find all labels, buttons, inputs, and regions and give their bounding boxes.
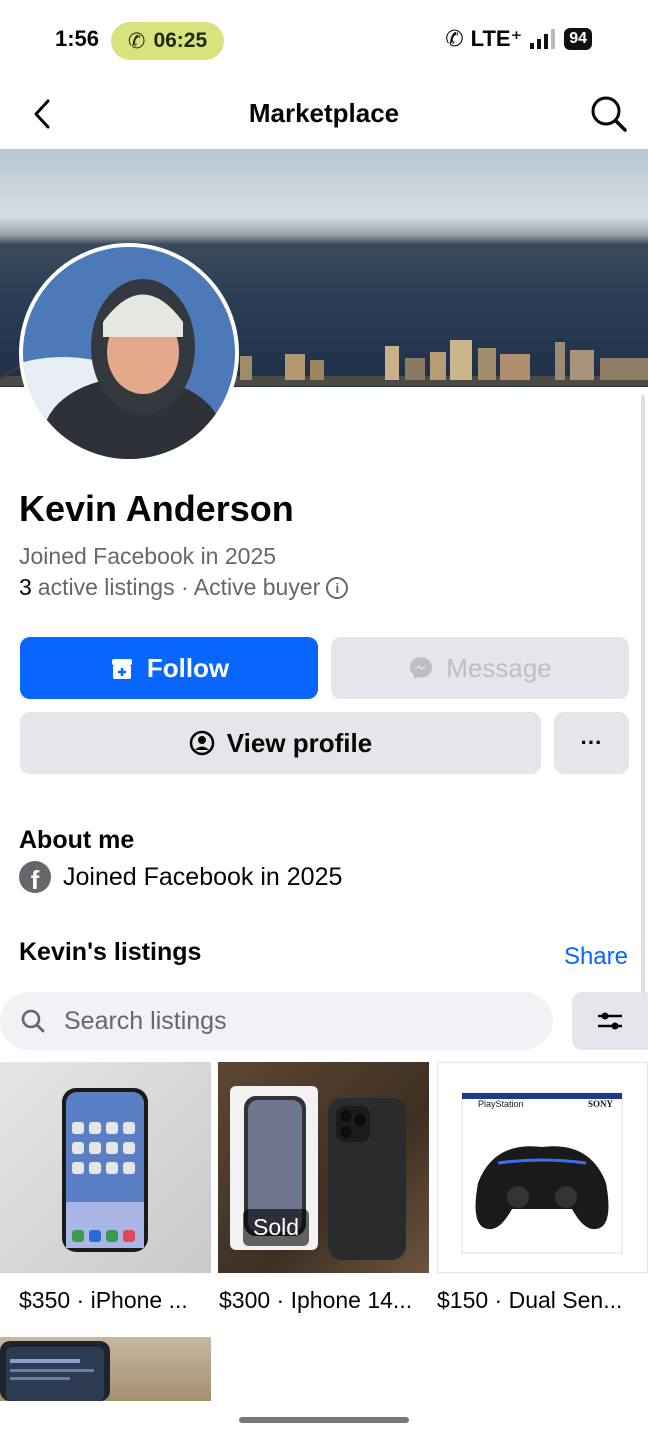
view-profile-label: View profile bbox=[226, 727, 373, 758]
view-profile-button[interactable]: View profile bbox=[20, 712, 541, 774]
playstation-brand: PlayStation bbox=[478, 1099, 524, 1109]
phone-icon: ✆ bbox=[127, 29, 146, 53]
search-icon[interactable] bbox=[590, 95, 628, 133]
iphone-image bbox=[62, 1088, 148, 1252]
sony-brand: SONY bbox=[588, 1099, 614, 1109]
filter-button[interactable] bbox=[572, 992, 648, 1050]
share-link[interactable]: Share bbox=[564, 943, 628, 971]
active-listing-text: active listings · Active buyer bbox=[37, 574, 321, 600]
about-joined-row: f Joined Facebook in 2025 bbox=[19, 861, 342, 893]
more-dots-icon: ··· bbox=[580, 730, 603, 755]
system-indicators: ✆ LTE⁺ 94 bbox=[445, 26, 592, 52]
about-joined-text: Joined Facebook in 2025 bbox=[63, 862, 343, 891]
follow-button[interactable]: Follow bbox=[20, 637, 318, 699]
search-placeholder: Search listings bbox=[64, 1006, 227, 1035]
home-indicator[interactable] bbox=[239, 1417, 409, 1423]
facebook-icon: f bbox=[19, 861, 51, 893]
listing-caption[interactable]: $350 · iPhone ... bbox=[19, 1287, 219, 1314]
listing-caption[interactable]: $300 · Iphone 14... bbox=[219, 1287, 419, 1314]
listing-summary: 3 active listings · Active buyer i bbox=[19, 574, 349, 601]
active-listing-count: 3 bbox=[19, 574, 32, 600]
call-indicator[interactable]: ✆ 06:25 bbox=[111, 22, 224, 60]
joined-date: Joined Facebook in 2025 bbox=[19, 543, 277, 569]
listing-thumbnail[interactable] bbox=[0, 1337, 211, 1401]
follow-store-icon bbox=[111, 659, 132, 679]
message-button[interactable]: Message bbox=[331, 637, 629, 699]
follow-label: Follow bbox=[146, 652, 230, 683]
listing-thumbnail[interactable]: PlayStation SONY bbox=[437, 1062, 648, 1273]
search-listings-input[interactable]: Search listings bbox=[0, 992, 553, 1050]
status-bar: 1:56 ✆ 06:25 ✆ LTE⁺ 94 bbox=[0, 0, 648, 80]
info-icon[interactable]: i bbox=[326, 576, 349, 599]
search-icon bbox=[21, 1009, 45, 1033]
scrollbar[interactable] bbox=[641, 395, 645, 995]
about-heading: About me bbox=[19, 826, 135, 854]
filter-sliders-icon bbox=[598, 1012, 622, 1030]
listing-caption[interactable]: $150 · Dual Sen... bbox=[437, 1287, 637, 1314]
network-type: LTE⁺ bbox=[470, 26, 523, 51]
listing-thumbnail[interactable] bbox=[0, 1062, 211, 1273]
user-circle-icon bbox=[189, 730, 215, 756]
battery-level: 94 bbox=[564, 28, 592, 50]
dualsense-box-image bbox=[461, 1092, 623, 1254]
listings-heading: Kevin's listings bbox=[19, 938, 202, 966]
battery-screen-image bbox=[0, 1341, 110, 1401]
sold-badge: Sold bbox=[243, 1209, 310, 1246]
profile-avatar[interactable] bbox=[19, 243, 239, 463]
page-title: Marketplace bbox=[248, 98, 400, 128]
message-label: Message bbox=[446, 652, 552, 683]
call-timer: 06:25 bbox=[153, 29, 208, 52]
messenger-icon bbox=[410, 657, 433, 679]
profile-name: Kevin Anderson bbox=[19, 488, 294, 529]
clock: 1:56 bbox=[55, 26, 100, 51]
signal-icon bbox=[530, 29, 556, 49]
wifi-call-icon: ✆ bbox=[445, 26, 464, 51]
more-options-button[interactable]: ··· bbox=[554, 712, 629, 774]
avatar-photo bbox=[23, 247, 235, 459]
